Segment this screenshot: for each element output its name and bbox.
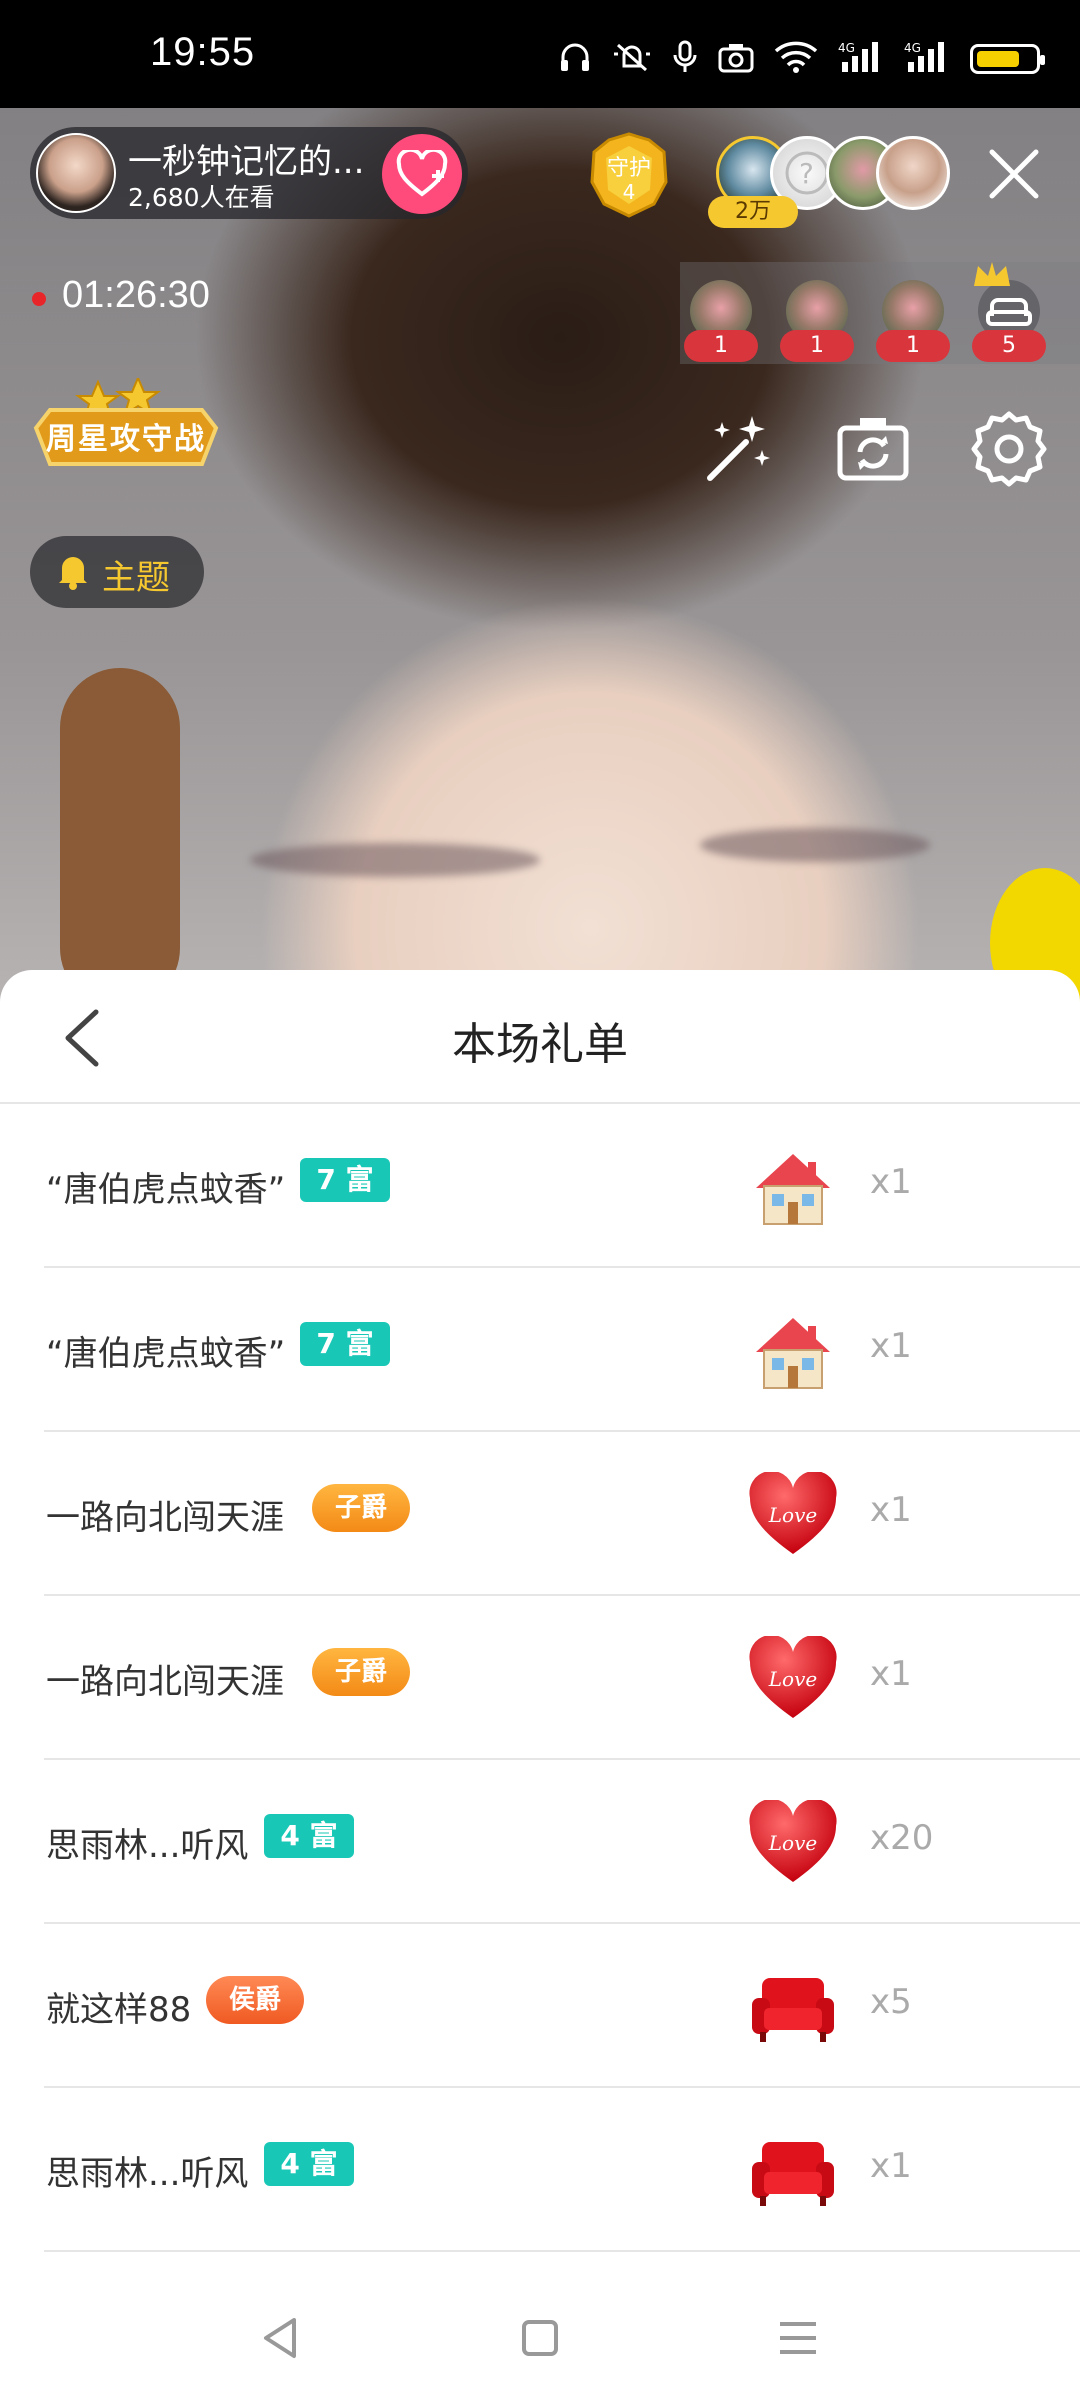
gift-count: x1: [870, 1326, 912, 1366]
mute-bell-icon: [612, 40, 652, 78]
love-heart-gift-icon: Love: [748, 1798, 838, 1886]
top-viewer-avatar[interactable]: [876, 136, 950, 210]
guard-label: 守护: [606, 156, 651, 181]
gift-row[interactable]: 思雨林...听风 4 富 Love x20: [0, 1760, 1080, 1924]
sender-name: 一路向北闯天涯: [46, 1498, 284, 1538]
viewer-count: 2,680人在看: [128, 183, 275, 212]
svg-text:Love: Love: [768, 1503, 817, 1527]
face-feature: [250, 843, 540, 877]
rank-count: 1: [684, 330, 758, 362]
love-heart-gift-icon: Love: [748, 1634, 838, 1722]
battery-icon: [970, 44, 1045, 74]
gift-row[interactable]: 思雨林...听风 4 富 x1: [0, 2088, 1080, 2252]
wealth-level-badge: 7 富: [300, 1158, 390, 1202]
status-time: 19:55: [150, 30, 256, 74]
follow-button[interactable]: [382, 134, 462, 214]
wealth-level-badge: 4 富: [264, 2142, 354, 2186]
camera-icon: [718, 41, 754, 77]
gift-count: x1: [870, 1654, 912, 1694]
svg-text:?: ?: [799, 157, 814, 190]
status-icons: 4G 4G: [558, 40, 1045, 78]
love-heart-gift-icon: Love: [748, 1470, 838, 1558]
close-icon[interactable]: [986, 146, 1042, 202]
svg-text:4G: 4G: [904, 41, 921, 55]
wealth-level-badge: 7 富: [300, 1322, 390, 1366]
wealth-level-badge: 4 富: [264, 1814, 354, 1858]
gift-count: x1: [870, 1490, 912, 1530]
sender-name: 思雨林...听风: [46, 2154, 249, 2194]
crown-icon: [974, 262, 1010, 286]
rank-count: 1: [780, 330, 854, 362]
sender-name: 就这样88: [46, 1990, 192, 2030]
bell-icon: [59, 557, 87, 590]
nav-back-icon[interactable]: [254, 2310, 310, 2366]
heart-plus-icon: [396, 150, 448, 197]
gift-count: x20: [870, 1818, 934, 1858]
red-sofa-gift-icon: [748, 2128, 838, 2214]
svg-text:Love: Love: [768, 1667, 817, 1691]
signal-4g-icon: 4G: [838, 40, 884, 78]
gift-row[interactable]: 一路向北闯天涯 子爵 Love x1: [0, 1432, 1080, 1596]
theme-label: 主题: [102, 558, 170, 598]
nav-home-icon[interactable]: [512, 2310, 568, 2366]
status-bar: 19:55 4G 4G: [0, 0, 1080, 108]
sender-name: “唐伯虎点蚊香”: [46, 1170, 286, 1210]
headphones-icon: [558, 40, 592, 78]
gift-row[interactable]: 一路向北闯天涯 子爵 Love x1: [0, 1596, 1080, 1760]
flip-camera-icon[interactable]: [832, 408, 914, 490]
magic-wand-icon[interactable]: [696, 408, 778, 490]
gift-count: x1: [870, 2146, 912, 2186]
gift-row[interactable]: 就这样88 侯爵 x5: [0, 1924, 1080, 2088]
anchor-avatar[interactable]: [36, 133, 116, 213]
wifi-icon: [774, 41, 818, 77]
gift-row[interactable]: “唐伯虎点蚊香” 7 富 x1: [0, 1104, 1080, 1268]
gift-row[interactable]: “唐伯虎点蚊香” 7 富 x1: [0, 1268, 1080, 1432]
rank-count: 1: [876, 330, 950, 362]
svg-text:4G: 4G: [838, 41, 855, 55]
sender-name: 思雨林...听风: [46, 1826, 249, 1866]
rank-count: 5: [972, 330, 1046, 362]
noble-rank-badge: 子爵: [312, 1484, 410, 1532]
row-divider: [44, 2250, 1080, 2252]
signal-4g-icon-2: 4G: [904, 40, 950, 78]
microphone-icon: [672, 40, 698, 78]
sender-name: “唐伯虎点蚊香”: [46, 1334, 286, 1374]
sender-name: 一路向北闯天涯: [46, 1662, 284, 1702]
svg-text:Love: Love: [768, 1831, 817, 1855]
contribution-badge: 2万: [708, 196, 798, 228]
guard-count: 4: [622, 180, 636, 204]
house-gift-icon: [748, 1144, 838, 1230]
face-feature: [700, 828, 930, 862]
anchor-name: 一秒钟记忆的...: [128, 142, 365, 182]
noble-rank-badge: 侯爵: [206, 1976, 304, 2024]
nav-menu-icon[interactable]: [770, 2310, 826, 2366]
red-sofa-gift-icon: [748, 1964, 838, 2050]
noble-rank-badge: 子爵: [312, 1648, 410, 1696]
gift-count: x1: [870, 1162, 912, 1202]
sheet-title: 本场礼单: [452, 1019, 628, 1070]
settings-gear-icon[interactable]: [968, 408, 1050, 490]
live-duration: 01:26:30: [62, 274, 210, 316]
event-label: 周星攻守战: [46, 422, 206, 457]
gift-count: x5: [870, 1982, 912, 2022]
house-gift-icon: [748, 1308, 838, 1394]
plush-toy: [60, 668, 180, 1008]
live-indicator-dot: [32, 292, 46, 306]
